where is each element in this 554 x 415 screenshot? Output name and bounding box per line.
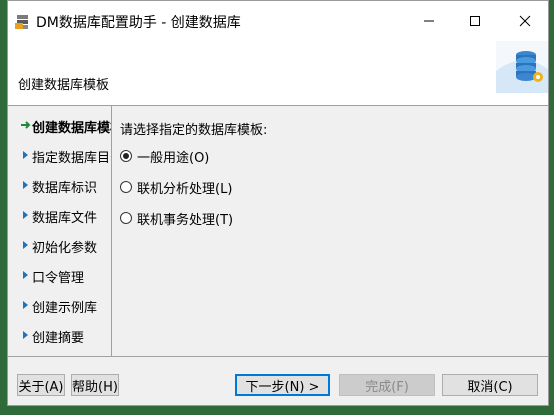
- help-button[interactable]: 帮助(H): [71, 374, 119, 396]
- maximize-button[interactable]: [452, 1, 498, 41]
- radio-oltp[interactable]: 联机事务处理(T): [120, 208, 233, 228]
- cancel-button[interactable]: 取消(C): [442, 374, 538, 396]
- close-button[interactable]: [502, 1, 548, 41]
- triangle-right-icon: [23, 241, 28, 249]
- nav-label: 初始化参数: [32, 241, 98, 256]
- nav-label: 创建摘要: [32, 331, 85, 346]
- radio-button[interactable]: [120, 150, 132, 162]
- nav-label: 创建数据库模板: [32, 121, 111, 136]
- nav-item-db-identifier[interactable]: 数据库标识: [8, 171, 111, 201]
- nav-item-password[interactable]: 口令管理: [8, 261, 111, 291]
- database-app-icon: [15, 15, 28, 29]
- window-title: DM数据库配置助手 - 创建数据库: [36, 15, 241, 31]
- title-bar[interactable]: DM数据库配置助手 - 创建数据库: [8, 1, 548, 41]
- triangle-right-icon: [23, 301, 28, 309]
- footer-divider: [8, 356, 548, 357]
- triangle-right-icon: [23, 151, 28, 159]
- template-panel: 请选择指定的数据库模板: 一般用途(O) 联机分析处理(L) 联机事务处理(T): [112, 106, 548, 356]
- step-navigation: 创建数据库模板 指定数据库目录 数据库标识 数据库文件 初始化参数 口令管理 创…: [8, 106, 112, 356]
- wizard-header: 创建数据库模板: [8, 41, 548, 106]
- step-heading: 创建数据库模板: [18, 78, 110, 93]
- nav-item-sample-db[interactable]: 创建示例库: [8, 291, 111, 321]
- database-wizard-icon: [496, 41, 548, 93]
- maximize-icon: [470, 16, 480, 26]
- radio-label: 一般用途(O): [137, 150, 210, 166]
- nav-label: 数据库文件: [32, 211, 98, 226]
- triangle-right-icon: [23, 211, 28, 219]
- radio-olap[interactable]: 联机分析处理(L): [120, 177, 232, 197]
- radio-general-purpose[interactable]: 一般用途(O): [120, 146, 209, 166]
- triangle-right-icon: [23, 271, 28, 279]
- nav-item-init-params[interactable]: 初始化参数: [8, 231, 111, 261]
- radio-label: 联机事务处理(T): [137, 212, 234, 228]
- minimize-icon: [424, 20, 434, 22]
- arrow-right-icon: [21, 121, 31, 129]
- nav-item-db-files[interactable]: 数据库文件: [8, 201, 111, 231]
- nav-label: 创建示例库: [32, 301, 98, 316]
- nav-label: 指定数据库目录: [32, 151, 111, 166]
- template-prompt: 请选择指定的数据库模板:: [120, 123, 268, 138]
- radio-label: 联机分析处理(L): [137, 181, 233, 197]
- minimize-button[interactable]: [406, 1, 452, 41]
- nav-label: 数据库标识: [32, 181, 98, 196]
- close-icon: [519, 15, 531, 27]
- nav-label: 口令管理: [32, 271, 85, 286]
- finish-button: 完成(F): [339, 374, 435, 396]
- nav-item-summary[interactable]: 创建摘要: [8, 321, 111, 351]
- nav-item-db-directory[interactable]: 指定数据库目录: [8, 141, 111, 171]
- next-button[interactable]: 下一步(N) >: [235, 374, 330, 396]
- dialog-window: DM数据库配置助手 - 创建数据库 创建数据库模板 创建数据库模 指定数据库目 …: [7, 0, 549, 406]
- radio-button[interactable]: [120, 181, 132, 193]
- about-button[interactable]: 关于(A): [17, 374, 65, 396]
- nav-item-create-template[interactable]: 创建数据库模板: [8, 111, 111, 141]
- triangle-right-icon: [23, 331, 28, 339]
- radio-button[interactable]: [120, 212, 132, 224]
- triangle-right-icon: [23, 181, 28, 189]
